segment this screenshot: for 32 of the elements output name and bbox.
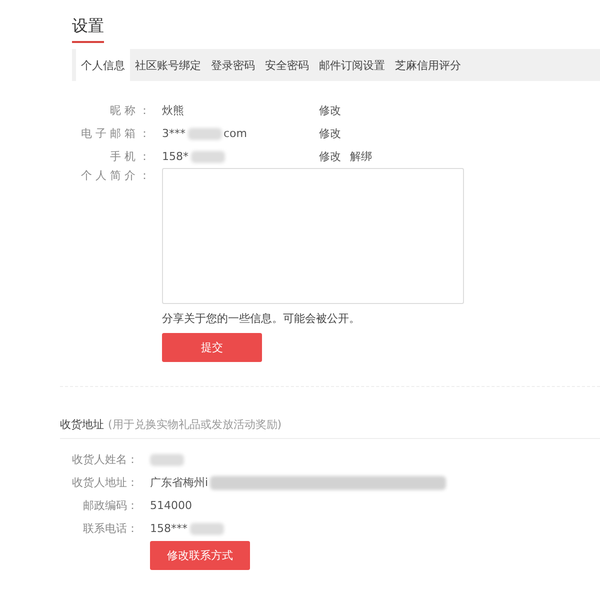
field-value: 514000	[150, 499, 192, 512]
field-value: 广东省梅州i	[150, 475, 208, 490]
field-label: 收货人地址：	[71, 475, 139, 490]
tab[interactable]: 个人信息	[76, 49, 130, 81]
action-link[interactable]: 修改	[319, 103, 341, 118]
action-link[interactable]: 解绑	[350, 149, 372, 164]
submit-button[interactable]: 提交	[162, 333, 262, 362]
tab[interactable]: 登录密码	[206, 49, 260, 81]
bio-field[interactable]	[162, 168, 464, 304]
action-link[interactable]: 修改	[319, 126, 341, 141]
field-value: 158***	[150, 522, 188, 535]
field-label: 个 人 简 介 ：	[80, 168, 151, 183]
action-link[interactable]: 修改	[319, 149, 341, 164]
page-title: 设置	[72, 16, 104, 43]
edit-contact-button[interactable]: 修改联系方式	[150, 541, 250, 570]
tab[interactable]: 安全密码	[260, 49, 314, 81]
field-label: 收货人姓名：	[71, 452, 139, 467]
section-note: (用于兑换实物礼品或发放活动奖励)	[108, 418, 282, 431]
field-value: 3***	[162, 127, 186, 140]
field-label: 电 子 邮 箱 ：	[80, 126, 151, 141]
field-value: 158*	[162, 150, 188, 163]
tab[interactable]: 邮件订阅设置	[314, 49, 390, 81]
field-label: 联系电话：	[82, 521, 139, 536]
tab[interactable]: 芝麻信用评分	[390, 49, 466, 81]
section-title: 收货地址	[60, 418, 104, 431]
field-label: 邮政编码：	[82, 498, 139, 513]
field-label: 昵 称 ：	[109, 103, 151, 118]
field-value: 炏熊	[162, 103, 184, 118]
tab[interactable]: 社区账号绑定	[130, 49, 206, 81]
hint-text: 分享关于您的一些信息。可能会被公开。	[162, 311, 361, 326]
field-label: 手 机 ：	[109, 149, 151, 164]
field-value: com	[224, 127, 247, 140]
